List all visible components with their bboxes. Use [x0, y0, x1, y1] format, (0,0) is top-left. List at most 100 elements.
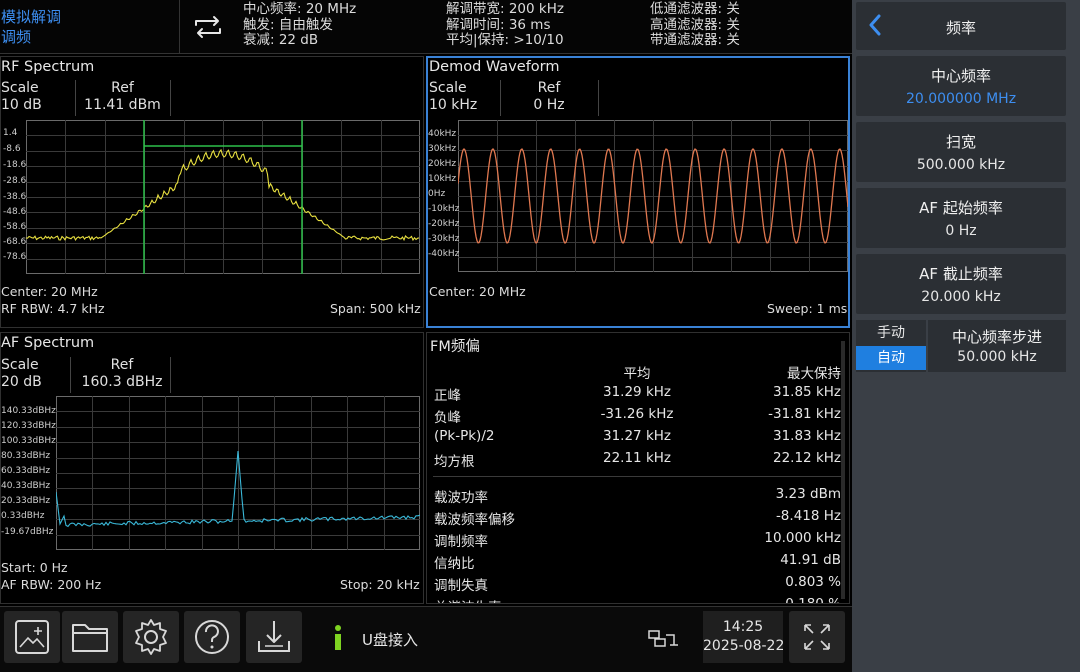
softkey-label: 中心频率: [930, 67, 991, 85]
settings-button[interactable]: [123, 611, 179, 663]
demod-ytick: 20kHz: [428, 159, 457, 169]
expand-icon: [804, 624, 830, 650]
meas-value: 41.91 dB: [780, 552, 841, 568]
clock: 14:25 2025-08-22: [703, 611, 785, 663]
af-start: Start: 0 Hz: [1, 560, 68, 575]
rf-grid: [26, 120, 420, 274]
menu-header[interactable]: 频率: [856, 2, 1066, 50]
af-spectrum-plot[interactable]: [56, 396, 420, 550]
demod-ytick: -30kHz: [428, 234, 460, 244]
af-scale-label: Scale: [1, 357, 39, 373]
screenshot-icon: [15, 620, 49, 654]
network-icon: [646, 627, 680, 649]
softkey-value: 20.000 kHz: [921, 289, 1001, 305]
demod-scale-label: Scale: [429, 80, 467, 96]
mode-indicator[interactable]: 模拟解调 调频: [0, 0, 180, 54]
help-icon: [195, 620, 229, 654]
af-spectrum-title: AF Spectrum: [1, 335, 95, 351]
info-attenuation: 衰减: 22 dB: [243, 32, 319, 48]
rf-ytick: -68.6: [3, 237, 27, 247]
fm-deviation-panel[interactable]: FM频偏 平均 最大保持 正峰 31.29 kHz 31.85 kHz 负峰 -…: [426, 332, 850, 604]
demod-center: Center: 20 MHz: [429, 284, 526, 299]
rf-rbw: RF RBW: 4.7 kHz: [1, 301, 105, 316]
fm-row-label: 正峰: [434, 388, 461, 404]
refresh-icon[interactable]: [186, 10, 230, 44]
af-ytick: 20.33dBHz: [1, 496, 51, 506]
fm-row-label: 负峰: [434, 410, 461, 426]
info-center-freq: 中心频率: 20 MHz: [243, 1, 357, 17]
meas-value: -8.418 Hz: [775, 508, 841, 524]
file-manager-button[interactable]: [62, 611, 118, 663]
rf-ytick: -28.6: [3, 176, 27, 186]
rf-trace: [26, 148, 420, 242]
fm-row-avg: -31.26 kHz: [600, 406, 674, 422]
demod-header-divider: [500, 80, 501, 116]
demod-waveform-plot[interactable]: [458, 120, 848, 272]
fm-row-max: 31.85 kHz: [773, 384, 841, 400]
meas-value: 0.180 %: [785, 596, 841, 604]
fm-row-avg: 31.29 kHz: [603, 384, 671, 400]
rf-ytick: -58.6: [3, 222, 27, 232]
fm-table-scrollbar[interactable]: [841, 341, 845, 599]
softkey-label: 扫宽: [945, 133, 976, 151]
status-message: U盘接入: [362, 631, 418, 649]
fm-col-avg: 平均: [623, 366, 651, 382]
step-manual-toggle[interactable]: 手动: [856, 320, 926, 346]
folder-icon: [72, 624, 108, 652]
demod-ref-value: 0 Hz: [533, 97, 565, 113]
fm-row-max: -31.81 kHz: [768, 406, 841, 422]
af-stop-frequency-button[interactable]: AF 截止频率 20.000 kHz: [856, 254, 1066, 314]
rf-header-divider-2: [170, 80, 171, 116]
mode-line-2: 调频: [1, 28, 32, 46]
info-avg-hold: 平均|保持: >10/10: [446, 32, 564, 48]
rf-ref-label: Ref: [111, 80, 134, 96]
step-auto-toggle[interactable]: 自动: [856, 346, 926, 370]
softkey-label: AF 起始频率: [919, 199, 1003, 217]
rf-spectrum-plot[interactable]: [26, 120, 420, 274]
meas-value: 0.803 %: [785, 574, 841, 590]
screenshot-button[interactable]: [4, 611, 60, 663]
center-freq-step-button[interactable]: 手动 自动 中心频率步进 50.000 kHz: [856, 320, 1066, 372]
rf-header-divider: [75, 80, 76, 116]
rf-ytick: -48.6: [3, 207, 27, 217]
af-rbw: AF RBW: 200 Hz: [1, 577, 102, 592]
softkey-value: 500.000 kHz: [916, 157, 1006, 173]
af-ytick: 60.33dBHz: [1, 466, 51, 476]
center-frequency-button[interactable]: 中心频率 20.000000 MHz: [856, 56, 1066, 116]
fm-row-max: 31.83 kHz: [773, 428, 841, 444]
demod-ytick: -10kHz: [428, 204, 460, 214]
info-col-2: 解调带宽: 200 kHz 解调时间: 36 ms 平均|保持: >10/10: [446, 1, 564, 49]
fm-table-title: FM频偏: [430, 339, 480, 355]
back-chevron-icon[interactable]: [868, 14, 882, 40]
rf-center: Center: 20 MHz: [1, 284, 98, 299]
demod-ytick: 0Hz: [428, 189, 446, 199]
fullscreen-button[interactable]: [789, 611, 845, 663]
mode-line-1: 模拟解调: [1, 8, 62, 26]
af-start-frequency-button[interactable]: AF 起始频率 0 Hz: [856, 188, 1066, 248]
af-ytick: 140.33dBHz: [1, 406, 56, 416]
af-yticks: 140.33dBHz 120.33dBHz 100.33dBHz 80.33dB…: [1, 396, 56, 550]
meas-label: 总谐波失真: [434, 596, 502, 603]
af-stop: Stop: 20 kHz: [340, 577, 420, 592]
info-col-1: 中心频率: 20 MHz 触发: 自由触发 衰减: 22 dB: [243, 1, 357, 49]
meas-label: 载波频率偏移: [434, 512, 515, 528]
meas-label: 调制频率: [434, 534, 488, 550]
demod-ytick: 40kHz: [428, 129, 457, 139]
rf-ytick: -78.6: [3, 252, 27, 262]
rf-ytick: -8.6: [3, 144, 21, 154]
softkey-label: AF 截止频率: [919, 265, 1003, 283]
info-bandpass: 带通滤波器: 关: [650, 32, 740, 48]
rf-span: Span: 500 kHz: [330, 301, 421, 316]
af-header-divider-2: [170, 357, 171, 393]
span-button[interactable]: 扫宽 500.000 kHz: [856, 122, 1066, 182]
help-button[interactable]: [184, 611, 240, 663]
af-scale-value: 20 dB: [1, 374, 42, 390]
clock-date: 2025-08-22: [703, 638, 785, 654]
af-ytick: 100.33dBHz: [1, 436, 56, 446]
fm-row-avg: 22.11 kHz: [603, 450, 671, 466]
info-col-3: 低通滤波器: 关 高通滤波器: 关 带通滤波器: 关: [650, 1, 740, 49]
clock-time: 14:25: [722, 619, 764, 635]
demod-scale-value: 10 kHz: [429, 97, 478, 113]
save-button[interactable]: [246, 611, 302, 663]
softkey-value: 20.000000 MHz: [905, 91, 1017, 107]
